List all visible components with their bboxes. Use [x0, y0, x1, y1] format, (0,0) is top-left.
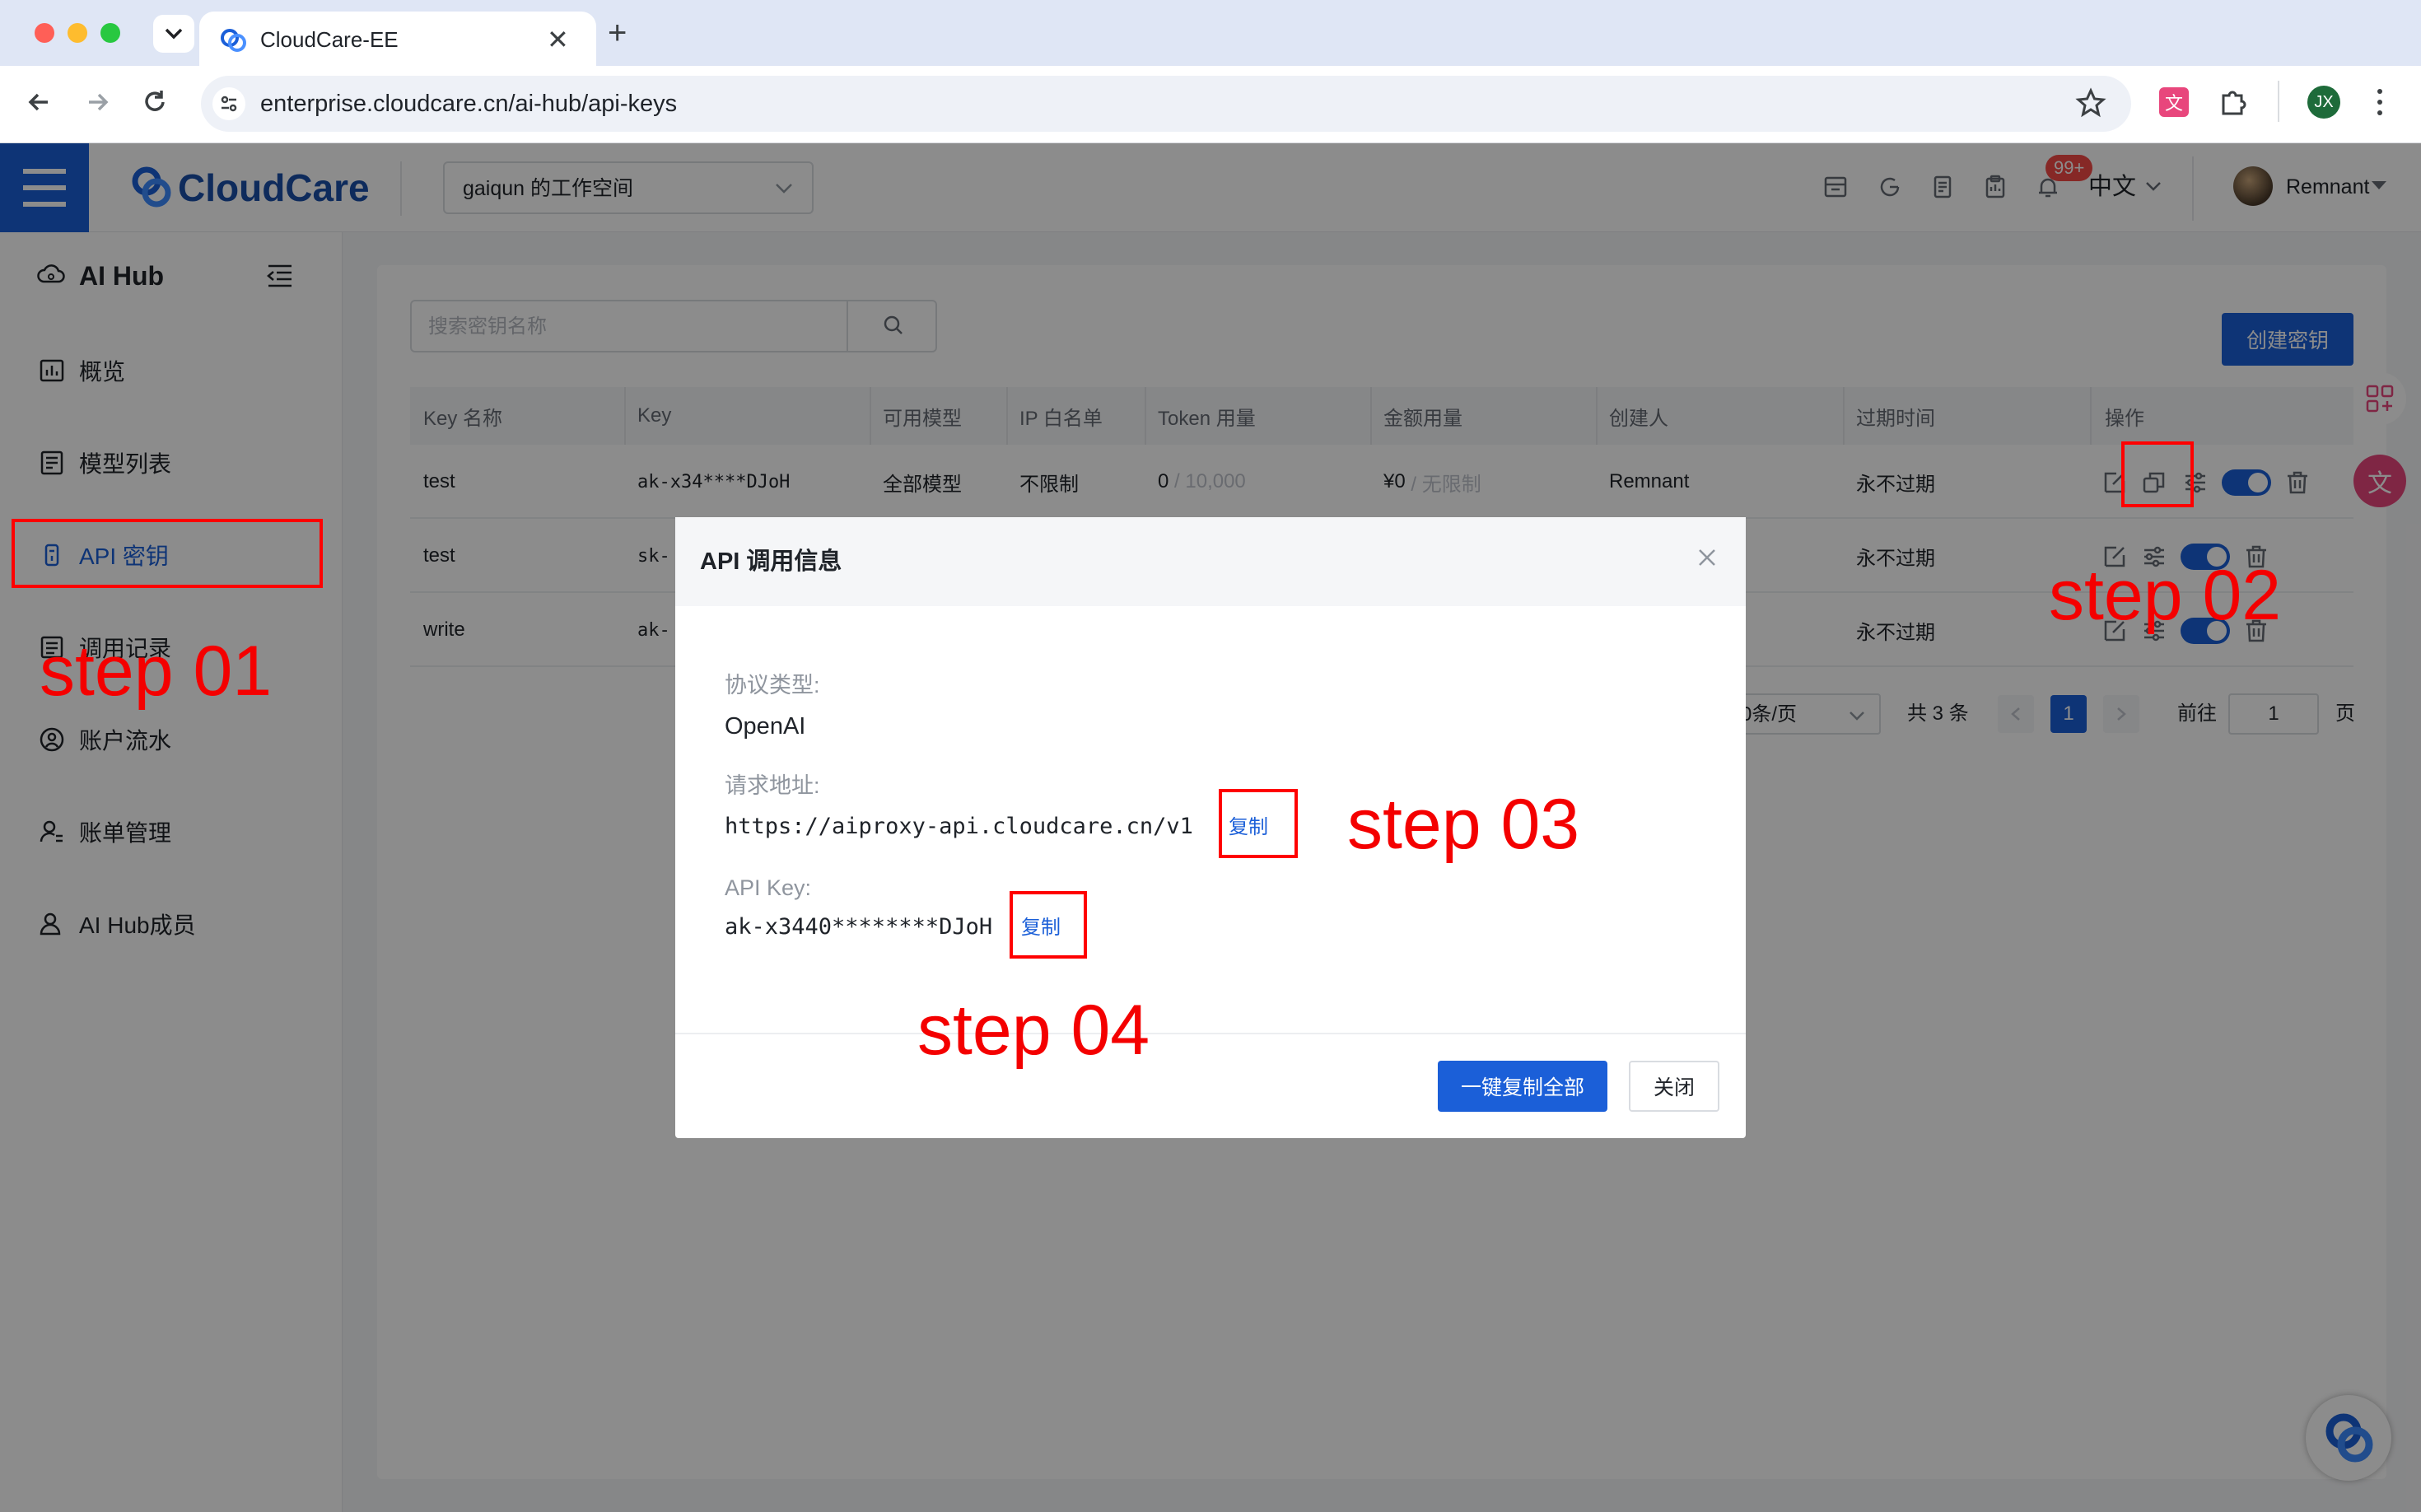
- new-tab-button[interactable]: +: [608, 13, 627, 53]
- apikey-label: API Key:: [725, 875, 812, 900]
- translate-extension-icon[interactable]: 文: [2159, 87, 2189, 117]
- reload-icon[interactable]: [138, 86, 171, 119]
- copy-all-button[interactable]: 一键复制全部: [1438, 1061, 1607, 1112]
- browser-tab[interactable]: CloudCare-EE ✕: [199, 12, 596, 68]
- url-omnibox[interactable]: enterprise.cloudcare.cn/ai-hub/api-keys: [201, 76, 2131, 132]
- annotation-box-step1: [12, 519, 323, 588]
- profile-avatar[interactable]: JX: [2307, 86, 2340, 119]
- close-button[interactable]: 关闭: [1629, 1061, 1719, 1112]
- endpoint-label: 请求地址:: [725, 773, 820, 798]
- apikey-value: ak-x3440********DJoH: [725, 914, 993, 940]
- url-text: enterprise.cloudcare.cn/ai-hub/api-keys: [260, 91, 678, 117]
- minimize-window-icon[interactable]: [68, 23, 87, 43]
- annotation-box-step4: [1010, 891, 1087, 959]
- annotation-step1: step 01: [40, 632, 273, 711]
- annotation-box-step2: [2121, 441, 2194, 507]
- modal-footer-divider: [675, 1033, 1746, 1034]
- forward-icon[interactable]: [81, 86, 114, 119]
- annotation-step3: step 03: [1347, 785, 1580, 864]
- chevron-down-icon: [165, 28, 183, 40]
- endpoint-value: https://aiproxy-api.cloudcare.cn/v1: [725, 814, 1193, 839]
- close-window-icon[interactable]: [35, 23, 54, 43]
- protocol-value: OpenAI: [725, 713, 806, 740]
- maximize-window-icon[interactable]: [100, 23, 120, 43]
- tab-title: CloudCare-EE: [260, 27, 399, 52]
- bookmark-star-icon[interactable]: [2075, 87, 2106, 119]
- back-icon[interactable]: [23, 86, 56, 119]
- toolbar-divider: [2278, 81, 2279, 122]
- close-tab-icon[interactable]: ✕: [547, 23, 569, 56]
- annotation-step4: step 04: [917, 991, 1150, 1070]
- browser-menu-icon[interactable]: [2372, 86, 2388, 119]
- modal-title: API 调用信息: [700, 548, 842, 575]
- protocol-label: 协议类型:: [725, 673, 820, 698]
- tab-search-button[interactable]: [153, 15, 194, 53]
- extensions-puzzle-icon[interactable]: [2217, 86, 2250, 119]
- annotation-box-step3: [1219, 789, 1298, 858]
- cloudcare-favicon-icon: [219, 26, 247, 54]
- annotation-step2: step 02: [2049, 556, 2282, 635]
- site-info-icon[interactable]: [212, 87, 245, 120]
- close-icon[interactable]: [1693, 544, 1721, 572]
